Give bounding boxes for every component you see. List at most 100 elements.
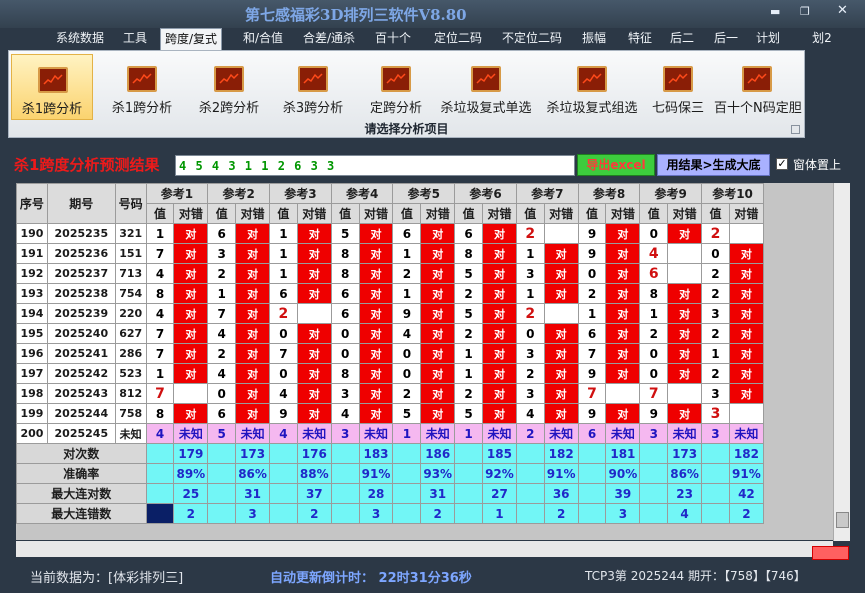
summary-spacer (454, 443, 483, 464)
ribbon-button-2[interactable]: 杀1跨分析 (102, 54, 182, 120)
summary-spacer (269, 443, 298, 464)
table-row[interactable]: 199 2025244 758 8 对 6 对 9 对 4 对 5 对 5 对 4 对 9 对 9 对 3 (16, 403, 765, 424)
ref-value-cell: 6 (454, 223, 483, 244)
ref-result-cell: 对 (481, 363, 517, 384)
ref-value-cell: 1 (392, 283, 422, 304)
summary-value: 3 (358, 503, 394, 524)
prediction-row[interactable]: 200 2025245 未知 4 未知 5 未知 4 未知 3 未知 1 未知 1 未知 2 未知 6 未知 3 未知 3… (16, 423, 765, 444)
ref-result-cell: 对 (173, 243, 209, 264)
menu-tab-1[interactable]: 系统数据 (52, 28, 108, 50)
ref-value-cell: 7 (639, 383, 669, 404)
ref-value-cell: 2 (392, 263, 422, 284)
ref-value-cell: 4 (392, 323, 422, 344)
ribbon-panel: 百十个N码定胆 七码保三 杀垃圾复式组选 杀垃圾复式单选 定跨分析 杀3跨分析 杀2跨分析 杀… (8, 50, 805, 138)
ref-value-cell: 4 (269, 383, 298, 404)
ribbon-button-6[interactable]: 杀垃圾复式单选 (435, 54, 537, 120)
ref-value-cell: 2 (639, 323, 669, 344)
menu-tab-8[interactable]: 不定位二码 (496, 28, 568, 50)
menu-tab-5[interactable]: 合差/通杀 (298, 28, 360, 50)
ribbon-button-5[interactable]: 定跨分析 (357, 54, 435, 120)
table-row[interactable]: 194 2025239 220 4 对 7 对 2 6 对 9 对 5 对 2 1 对 1 对 3 对 (16, 303, 765, 324)
menu-tab-7[interactable]: 定位二码 (428, 28, 488, 50)
ref-value-cell: 4 (145, 263, 175, 284)
generate-base-button[interactable]: 用结果>生成大底 (657, 154, 770, 176)
ref-value-cell: 2 (269, 303, 298, 324)
ref-value-cell: 6 (330, 283, 360, 304)
ribbon-button-1[interactable]: 杀1跨分析 (11, 54, 93, 120)
close-icon[interactable]: ✕ (837, 3, 848, 18)
table-row[interactable]: 193 2025238 754 8 对 1 对 6 对 6 对 1 对 2 对 1 对 2 对 8 对 2 对 (16, 283, 765, 304)
table-row[interactable]: 190 2025235 321 1 对 6 对 1 对 5 对 6 对 6 对 2 9 对 0 对 2 (16, 223, 765, 244)
summary-spacer (701, 483, 730, 504)
scroll-thumb[interactable] (836, 512, 849, 528)
ref-value-cell: 3 (701, 383, 730, 404)
ribbon-button-8[interactable]: 七码保三 (646, 54, 710, 120)
ref-result-cell: 对 (235, 363, 271, 384)
menu-tab-6[interactable]: 百十个 (373, 28, 413, 50)
menu-tab-4[interactable]: 和/合值 (238, 28, 288, 50)
ref-result-cell: 对 (481, 223, 517, 244)
ref-result-cell: 对 (728, 283, 765, 304)
menu-tab-3[interactable]: 跨度/复式 (160, 28, 222, 50)
header-ref-1: 参考1 (145, 183, 209, 204)
row-seq: 191 (16, 243, 48, 264)
menu-tab-11[interactable]: 后二 (666, 28, 698, 50)
ribbon-button-3[interactable]: 杀2跨分析 (189, 54, 269, 120)
result-field[interactable]: 4 5 4 3 1 1 2 6 3 3 (175, 155, 575, 176)
title-bar: 第七感福彩3D排列三软件V8.80 ▬ ❐ ✕ (0, 0, 865, 28)
table-row[interactable]: 196 2025241 286 7 对 2 对 7 对 0 对 0 对 1 对 3 对 7 对 0 对 1 对 (16, 343, 765, 364)
menu-tab-13[interactable]: 计划 (752, 28, 784, 50)
ribbon-launcher-icon[interactable] (791, 125, 800, 134)
row-seq: 192 (16, 263, 48, 284)
prediction-value: 6 (577, 423, 607, 444)
ribbon-button-7[interactable]: 杀垃圾复式组选 (541, 54, 643, 120)
vertical-scrollbar[interactable] (833, 183, 850, 541)
ref-result-cell: 对 (605, 283, 641, 304)
summary-spacer (145, 463, 175, 484)
horizontal-scrollbar[interactable] (16, 541, 833, 557)
ref-result-cell: 对 (481, 403, 517, 424)
chart-icon (381, 66, 411, 92)
ribbon-caption: 请选择分析项目 (364, 122, 449, 136)
chart-icon (127, 66, 157, 92)
ref-result-cell: 对 (667, 223, 703, 244)
row-code: 151 (114, 243, 147, 264)
summary-value: 23 (667, 483, 703, 504)
ref-value-cell: 2 (454, 323, 483, 344)
table-row[interactable]: 198 2025243 812 7 0 对 4 对 3 对 2 对 2 对 3 对 7 7 3 对 (16, 383, 765, 404)
menu-tab-2[interactable]: 工具 (118, 28, 152, 50)
table-row[interactable]: 197 2025242 523 1 对 4 对 0 对 8 对 0 对 1 对 2 对 9 对 0 对 2 对 (16, 363, 765, 384)
row-code: 未知 (114, 423, 147, 444)
prediction-status: 未知 (235, 423, 271, 444)
ref-value-cell: 5 (454, 403, 483, 424)
ref-value-cell: 2 (454, 383, 483, 404)
ribbon-button-9[interactable]: 百十个N码定胆 (714, 54, 802, 120)
menu-tab-12[interactable]: 后一 (708, 28, 744, 50)
stay-on-top-checkbox[interactable]: ✓ (776, 158, 788, 170)
table-row[interactable]: 191 2025236 151 7 对 3 对 1 对 8 对 1 对 8 对 1 对 9 对 4 0 对 (16, 243, 765, 264)
menu-tab-14[interactable]: 划2 (808, 28, 836, 50)
ref-result-cell: 对 (235, 343, 271, 364)
summary-value: 36 (543, 483, 579, 504)
restore-icon[interactable]: ❐ (800, 5, 810, 18)
ref-result-cell: 对 (728, 243, 765, 264)
table-row[interactable]: 195 2025240 627 7 对 4 对 0 对 0 对 4 对 2 对 0 对 6 对 2 对 2 对 (16, 323, 765, 344)
summary-spacer (269, 483, 298, 504)
table-row[interactable]: 192 2025237 713 4 对 2 对 1 对 8 对 2 对 5 对 3 对 0 对 6 2 对 (16, 263, 765, 284)
ref-value-cell: 8 (330, 243, 360, 264)
row-seq: 194 (16, 303, 48, 324)
ribbon-button-4[interactable]: 杀3跨分析 (272, 54, 354, 120)
summary-value: 42 (728, 483, 765, 504)
row-code: 812 (114, 383, 147, 404)
ref-value-cell: 2 (701, 263, 730, 284)
menu-tab-10[interactable]: 特征 (620, 28, 660, 50)
summary-spacer (145, 443, 175, 464)
ref-value-cell: 2 (515, 303, 545, 324)
ref-result-cell: 对 (481, 263, 517, 284)
export-excel-button[interactable]: 导出excel (577, 154, 655, 176)
minimize-icon[interactable]: ▬ (770, 5, 780, 18)
summary-value: 4 (667, 503, 703, 524)
menu-tab-9[interactable]: 振幅 (574, 28, 614, 50)
ref-result-cell: 对 (420, 243, 456, 264)
ribbon-button-label: 杀垃圾复式组选 (546, 101, 638, 116)
